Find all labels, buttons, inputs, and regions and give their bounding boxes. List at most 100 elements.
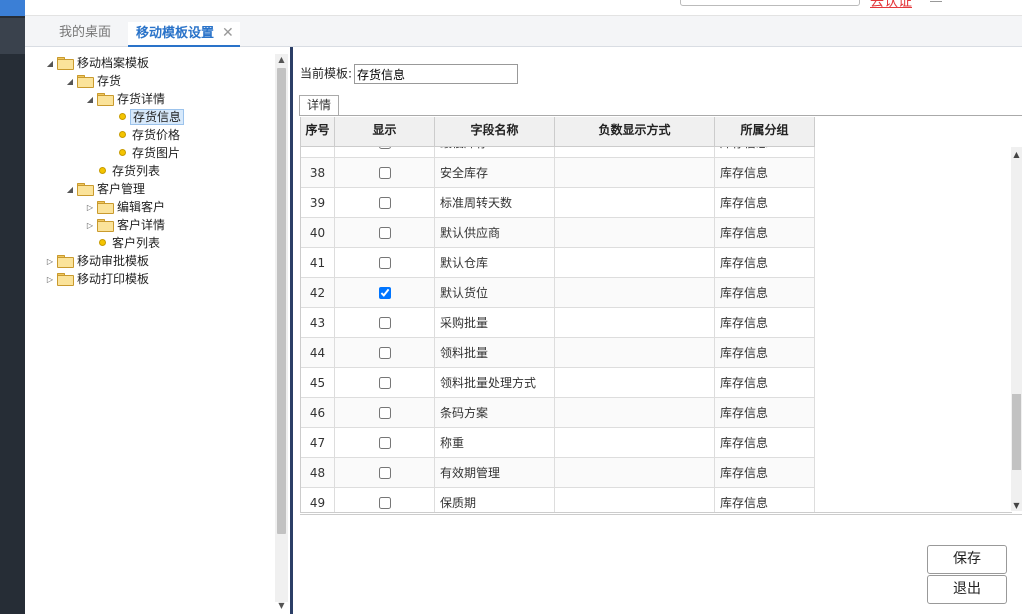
- header-field-name[interactable]: 字段名称: [435, 117, 555, 147]
- tree-node-label: 存货详情: [117, 92, 166, 106]
- tab-my-desktop[interactable]: 我的桌面: [51, 22, 119, 47]
- tree-node-label: 客户管理: [97, 182, 146, 196]
- cell-group: 库存信息: [715, 428, 815, 458]
- cell-no: 47: [301, 428, 335, 458]
- tree-node[interactable]: ◢ 存货详情: [45, 90, 184, 108]
- tree-node[interactable]: 客户列表: [45, 234, 184, 252]
- header-no[interactable]: 序号: [301, 117, 335, 147]
- tree-node[interactable]: ▷ 编辑客户: [45, 198, 184, 216]
- tree-node[interactable]: ◢ 客户管理: [45, 180, 184, 198]
- tree-node[interactable]: 存货信息: [45, 108, 185, 126]
- tree-node-label: 客户详情: [117, 218, 166, 232]
- tree-scrollbar[interactable]: ▲ ▼: [275, 54, 288, 610]
- cell-negative-display[interactable]: [555, 188, 715, 218]
- tree-node[interactable]: ▷ 客户详情: [45, 216, 184, 234]
- scroll-thumb[interactable]: [277, 68, 286, 534]
- cell-negative-display[interactable]: [555, 248, 715, 278]
- folder-icon: [97, 201, 114, 214]
- show-checkbox[interactable]: [378, 286, 391, 299]
- show-checkbox[interactable]: [378, 466, 391, 479]
- scroll-up-arrow-icon[interactable]: ▲: [275, 54, 288, 66]
- table-row[interactable]: 40 默认供应商 库存信息: [301, 218, 815, 248]
- tree-node-label: 存货: [97, 74, 122, 88]
- certify-link[interactable]: 去认证: [870, 0, 912, 9]
- show-checkbox[interactable]: [378, 226, 391, 239]
- folder-icon: [57, 273, 74, 286]
- expanded-triangle-icon[interactable]: ◢: [65, 181, 75, 199]
- show-checkbox[interactable]: [378, 436, 391, 449]
- cell-show: [335, 248, 435, 278]
- cell-negative-display[interactable]: [555, 428, 715, 458]
- show-checkbox[interactable]: [378, 256, 391, 269]
- expanded-triangle-icon[interactable]: ◢: [45, 55, 55, 73]
- cell-group: 库存信息: [715, 398, 815, 428]
- collapsed-triangle-icon[interactable]: ▷: [85, 199, 95, 217]
- tab-bar: 我的桌面 移动模板设置 ✕: [25, 16, 1022, 47]
- header-show[interactable]: 显示: [335, 117, 435, 147]
- show-checkbox[interactable]: [378, 376, 391, 389]
- collapsed-triangle-icon[interactable]: ▷: [85, 217, 95, 235]
- show-checkbox[interactable]: [378, 346, 391, 359]
- cell-show: [335, 398, 435, 428]
- show-checkbox[interactable]: [378, 166, 391, 179]
- cell-field-name: 采购批量: [435, 308, 555, 338]
- current-template-row: 当前模板:: [300, 64, 519, 84]
- table-row[interactable]: 42 默认货位 库存信息: [301, 278, 815, 308]
- tree-node[interactable]: 存货列表: [45, 162, 184, 180]
- tree-node[interactable]: 存货价格: [45, 126, 184, 144]
- exit-button[interactable]: 退出: [927, 575, 1007, 604]
- header-group[interactable]: 所属分组: [715, 117, 815, 147]
- collapsed-triangle-icon[interactable]: ▷: [45, 253, 55, 271]
- cell-negative-display[interactable]: [555, 398, 715, 428]
- table-row[interactable]: 41 默认仓库 库存信息: [301, 248, 815, 278]
- tree-node[interactable]: ▷ 移动审批模板: [45, 252, 184, 270]
- save-button[interactable]: 保存: [927, 545, 1007, 574]
- show-checkbox[interactable]: [378, 406, 391, 419]
- cell-negative-display[interactable]: [555, 218, 715, 248]
- cell-group: 库存信息: [715, 458, 815, 488]
- cell-negative-display[interactable]: [555, 488, 715, 512]
- scroll-down-arrow-icon[interactable]: ▼: [275, 600, 288, 612]
- grid-scrollbar[interactable]: ▲ ▼: [1011, 147, 1022, 511]
- table-row[interactable]: 49 保质期 库存信息: [301, 488, 815, 512]
- top-search-input[interactable]: [680, 0, 860, 6]
- cell-negative-display[interactable]: [555, 308, 715, 338]
- expanded-triangle-icon[interactable]: ◢: [85, 91, 95, 109]
- tab-detail[interactable]: 详情: [299, 95, 340, 116]
- close-icon[interactable]: ✕: [222, 25, 234, 41]
- show-checkbox[interactable]: [378, 496, 391, 509]
- left-nav-item[interactable]: [0, 18, 25, 54]
- cell-negative-display[interactable]: [555, 158, 715, 188]
- table-row[interactable]: 39 标准周转天数 库存信息: [301, 188, 815, 218]
- tree-node[interactable]: 存货图片: [45, 144, 184, 162]
- collapsed-triangle-icon[interactable]: ▷: [45, 271, 55, 289]
- grid-body: 37最低库存库存信息38安全库存库存信息39标准周转天数库存信息40默认供应商库…: [301, 128, 815, 512]
- scroll-up-arrow-icon[interactable]: ▲: [1011, 150, 1022, 160]
- cell-negative-display[interactable]: [555, 368, 715, 398]
- show-checkbox[interactable]: [378, 196, 391, 209]
- tree-node[interactable]: ◢ 存货: [45, 72, 184, 90]
- cell-negative-display[interactable]: [555, 458, 715, 488]
- cell-field-name: 有效期管理: [435, 458, 555, 488]
- table-row[interactable]: 45 领料批量处理方式 库存信息: [301, 368, 815, 398]
- show-checkbox[interactable]: [378, 316, 391, 329]
- scroll-thumb[interactable]: [1012, 394, 1021, 470]
- scroll-down-arrow-icon[interactable]: ▼: [1011, 501, 1022, 511]
- table-row[interactable]: 46 条码方案 库存信息: [301, 398, 815, 428]
- minimize-icon[interactable]: [930, 0, 942, 2]
- current-template-input[interactable]: [354, 64, 519, 84]
- template-tree-panel: ◢ 移动档案模板 ◢ 存货 ◢ 存货详情 存货信息 存货价格 存货图片 存货列表 ◢ 客户管理 ▷ 编辑客…: [25, 47, 290, 614]
- header-negative-display[interactable]: 负数显示方式: [555, 117, 715, 147]
- table-row[interactable]: 48 有效期管理 库存信息: [301, 458, 815, 488]
- tab-mobile-template-settings[interactable]: 移动模板设置 ✕: [128, 22, 240, 47]
- tree-node[interactable]: ▷ 移动打印模板: [45, 270, 184, 288]
- tab-divider: [299, 115, 1022, 116]
- cell-negative-display[interactable]: [555, 338, 715, 368]
- table-row[interactable]: 44 领料批量 库存信息: [301, 338, 815, 368]
- table-row[interactable]: 38 安全库存 库存信息: [301, 158, 815, 188]
- expanded-triangle-icon[interactable]: ◢: [65, 73, 75, 91]
- cell-negative-display[interactable]: [555, 278, 715, 308]
- table-row[interactable]: 47 称重 库存信息: [301, 428, 815, 458]
- table-row[interactable]: 43 采购批量 库存信息: [301, 308, 815, 338]
- tree-node[interactable]: ◢ 移动档案模板: [45, 54, 184, 72]
